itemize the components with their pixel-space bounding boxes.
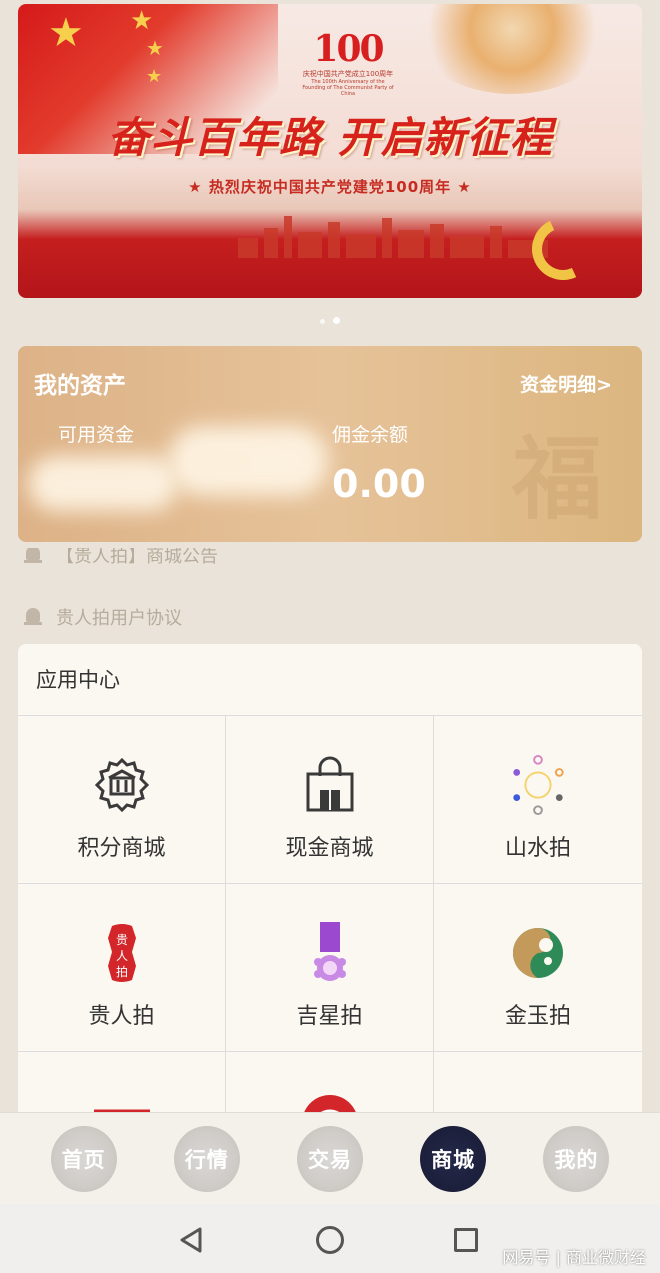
carousel-dots[interactable] <box>0 309 660 328</box>
logo-caption: 庆祝中国共产党成立100周年 <box>302 70 394 78</box>
logo-number: 100 <box>313 28 384 70</box>
assets-title: 我的资产 <box>34 373 126 399</box>
app-label: 贵人拍 <box>88 1004 155 1029</box>
app-center: 应用中心 积分商城 现金商城 山水拍 贵 人 拍 贵人拍 吉星拍 金玉拍 <box>18 644 642 1114</box>
emblem-glow <box>412 4 612 94</box>
back-icon[interactable] <box>178 1226 204 1254</box>
app-jixingpai[interactable]: 吉星拍 <box>226 884 434 1052</box>
notice-text: 【贵人拍】商城公告 <box>56 548 218 567</box>
fu-watermark: 福 <box>512 426 602 532</box>
promo-banner[interactable]: ★ ★ ★ ★ 100 庆祝中国共产党成立100周年 The 100th Ann… <box>18 4 642 298</box>
source-watermark: 网易号 | 商业微财经 <box>502 1248 646 1267</box>
svg-text:贵: 贵 <box>115 933 127 947</box>
assets-card: 福 我的资产 资金明细> 可用资金 佣金余额 0.00 <box>18 346 642 542</box>
cash-mall-icon <box>300 754 360 816</box>
commission-balance-value: 0.00 <box>332 462 426 506</box>
recent-apps-icon[interactable] <box>454 1228 478 1252</box>
app-shanshui-auction[interactable]: 山水拍 <box>434 716 642 884</box>
redacted-value <box>28 456 178 511</box>
star-icon: ★ <box>48 10 84 56</box>
carousel-dot-active[interactable] <box>333 317 340 324</box>
available-funds-label: 可用资金 <box>58 424 135 446</box>
redacted-value <box>168 426 328 496</box>
system-nav-bar: 网易号 | 商业微财经 <box>0 1204 660 1273</box>
fund-detail-link[interactable]: 资金明细> <box>520 370 612 397</box>
centenary-logo: 100 庆祝中国共产党成立100周年 The 100th Anniversary… <box>300 28 396 97</box>
partial-app-icon <box>300 1082 360 1114</box>
notice-item[interactable]: 【贵人拍】商城公告 <box>24 548 218 570</box>
home-icon[interactable] <box>316 1226 344 1254</box>
city-skyline <box>238 216 548 258</box>
app-label: 山水拍 <box>504 836 571 861</box>
commission-balance-label: 佣金余额 <box>332 424 409 446</box>
logo-caption-en: The 100th Anniversary of the Founding of… <box>302 79 394 97</box>
notice-text: 贵人拍用户协议 <box>56 608 182 629</box>
tab-mall[interactable]: 商城 <box>420 1125 487 1192</box>
svg-text:人: 人 <box>115 949 127 963</box>
jixingpai-icon <box>300 922 360 984</box>
banner-subline: ★ 热烈庆祝中国共产党建党100周年 ★ <box>188 178 472 196</box>
tab-trade[interactable]: 交易 <box>296 1125 363 1192</box>
notice-item[interactable]: 贵人拍用户协议 <box>24 605 182 629</box>
app-guirenpai[interactable]: 贵 人 拍 贵人拍 <box>18 884 226 1052</box>
app-item-partial[interactable] <box>18 1052 226 1114</box>
banner-headline: 奋斗百年路 开启新征程 <box>107 113 553 162</box>
carousel-dot[interactable] <box>320 319 325 324</box>
app-grid: 积分商城 现金商城 山水拍 贵 人 拍 贵人拍 吉星拍 金玉拍 <box>18 716 642 1114</box>
jinyupai-icon <box>508 922 568 984</box>
app-label: 金玉拍 <box>504 1004 571 1029</box>
star-icon: ★ <box>130 6 154 36</box>
app-center-title: 应用中心 <box>18 644 642 716</box>
tab-mine[interactable]: 我的 <box>543 1125 610 1192</box>
points-mall-icon <box>92 754 152 816</box>
star-icon: ★ <box>146 66 163 87</box>
app-jinyupai[interactable]: 金玉拍 <box>434 884 642 1052</box>
bell-icon <box>24 608 42 626</box>
app-cash-mall[interactable]: 现金商城 <box>226 716 434 884</box>
tab-home[interactable]: 首页 <box>50 1125 117 1192</box>
tab-market[interactable]: 行情 <box>173 1125 240 1192</box>
app-item-partial[interactable] <box>226 1052 434 1114</box>
shanshui-auction-icon <box>508 754 568 816</box>
app-points-mall[interactable]: 积分商城 <box>18 716 226 884</box>
app-label: 积分商城 <box>77 836 166 861</box>
bell-icon <box>24 548 42 564</box>
svg-text:拍: 拍 <box>115 964 127 979</box>
app-item-empty <box>434 1052 642 1114</box>
guirenpai-icon: 贵 人 拍 <box>92 922 152 984</box>
app-label: 吉星拍 <box>296 1004 363 1029</box>
bottom-tab-bar: 首页 行情 交易 商城 我的 <box>0 1112 660 1204</box>
star-icon: ★ <box>146 36 164 60</box>
partial-app-icon <box>92 1090 152 1114</box>
app-label: 现金商城 <box>285 836 374 861</box>
